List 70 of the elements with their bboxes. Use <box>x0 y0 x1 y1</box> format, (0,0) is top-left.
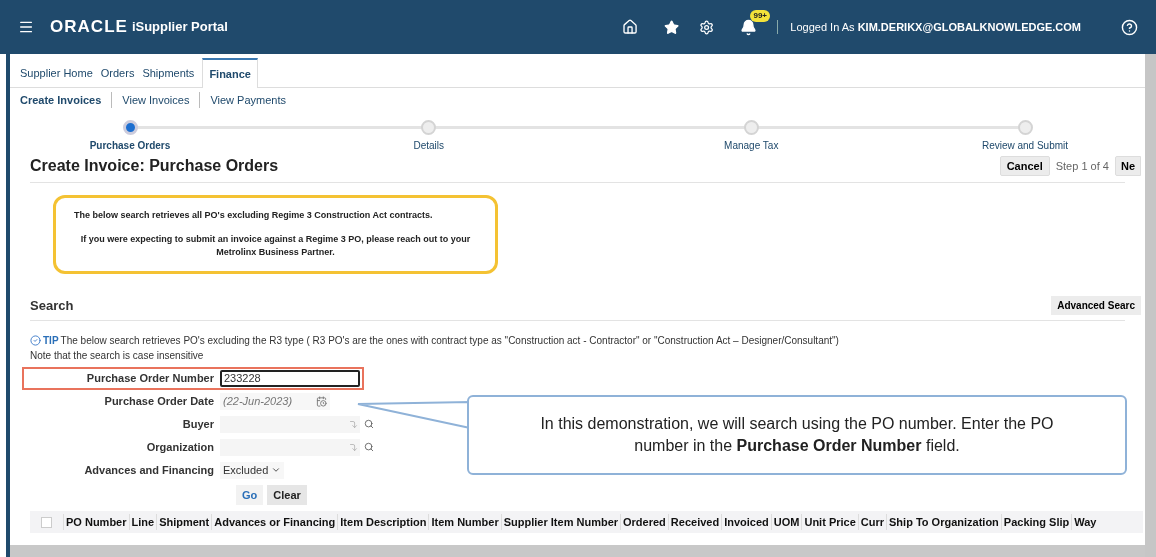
cancel-button[interactable]: Cancel <box>999 155 1050 177</box>
field-label: Organization <box>145 439 214 455</box>
field-label: Advances and Financing <box>83 462 214 478</box>
list-arrow-icon <box>349 419 358 429</box>
go-button[interactable]: Go <box>236 484 264 505</box>
nav-tab[interactable]: Orders <box>100 58 135 87</box>
column-header[interactable]: Curr <box>857 513 887 531</box>
callout-text: In this demonstration, we will search using the PO number. Enter the PO number in the Purchase Order Number field. <box>539 414 1055 456</box>
input-field[interactable] <box>220 415 360 433</box>
search-icon[interactable] <box>364 419 374 429</box>
bell-icon[interactable] <box>740 18 758 36</box>
column-header[interactable]: PO Number <box>63 513 129 531</box>
check-icon <box>30 334 41 346</box>
notification-badge: 99+ <box>750 9 771 22</box>
input-field[interactable] <box>220 438 360 456</box>
help-icon[interactable] <box>1121 17 1138 37</box>
field-label: Buyer <box>181 416 214 432</box>
sub-tab[interactable]: Create Invoices <box>20 91 102 109</box>
column-header[interactable]: Ordered <box>620 513 668 531</box>
tip-text: The below search retrieves PO's excluding the R3 type ( R3 PO's are the ones with contract type as "Construction act - Contractor" or "Construction Act – Designer/Consultant") <box>60 333 839 348</box>
app-title: iSupplier Portal <box>131 18 228 37</box>
step-label: Manage Tax <box>724 139 779 153</box>
column-header[interactable]: Supplier Item Number <box>500 513 621 531</box>
column-header[interactable]: Packing Slip <box>1000 513 1072 531</box>
column-header[interactable]: Ship To Organization <box>886 513 1001 531</box>
column-header[interactable]: Item Number <box>428 513 501 531</box>
home-icon[interactable] <box>621 18 639 36</box>
step-label: Details <box>413 139 445 153</box>
column-header[interactable]: Shipment <box>156 513 212 531</box>
select-all-checkbox[interactable] <box>41 516 52 528</box>
calendar-icon[interactable] <box>316 395 327 407</box>
dropdown[interactable]: Excluded <box>220 461 285 479</box>
notice-text: If you were expecting to submit an invoice against a Regime 3 PO, please reach out to your Metrolinx Business Partner. <box>79 232 472 260</box>
next-button[interactable]: Ne <box>1114 155 1141 177</box>
nav-tab[interactable]: Supplier Home <box>20 58 93 87</box>
logged-in-text: Logged In As KIM.DERIKX@GLOBALKNOWLEDGE.COM <box>790 19 1082 35</box>
vertical-scrollbar[interactable] <box>1145 54 1156 557</box>
oracle-logo: ORACLE <box>50 16 128 39</box>
column-header[interactable]: UOM <box>770 513 802 531</box>
input-field[interactable]: 233228 <box>220 369 360 387</box>
column-header[interactable]: Advances or Financing <box>211 513 338 531</box>
section-title: Search <box>30 297 74 315</box>
column-header[interactable]: Unit Price <box>801 513 858 531</box>
step-label: Review and Submit <box>981 139 1069 153</box>
sub-tab[interactable]: View Payments <box>199 91 286 109</box>
column-header[interactable]: Line <box>128 513 157 531</box>
search-icon[interactable] <box>364 442 374 452</box>
star-icon[interactable] <box>664 18 680 36</box>
column-header[interactable]: Item Description <box>337 513 429 531</box>
note-text: Note that the search is case insensitive <box>30 348 205 363</box>
clear-button[interactable]: Clear <box>267 484 307 505</box>
settings-icon[interactable] <box>699 18 715 36</box>
list-arrow-icon <box>349 442 358 452</box>
nav-tab[interactable]: Finance <box>202 57 258 88</box>
advanced-search-button[interactable]: Advanced Searc <box>1051 296 1141 316</box>
horizontal-scrollbar[interactable] <box>10 545 1145 557</box>
step-label: Purchase Orders <box>89 139 171 153</box>
step-indicator: Step 1 of 4 <box>1055 158 1109 174</box>
chevron-down-icon <box>271 465 282 475</box>
field-label: Purchase Order Number <box>85 370 214 386</box>
nav-tab[interactable]: Shipments <box>142 58 195 87</box>
column-header[interactable]: Invoiced <box>721 513 771 531</box>
notice-text: The below search retrieves all PO's excluding Regime 3 Construction Act contracts. <box>74 209 434 223</box>
column-header[interactable]: Way <box>1071 513 1099 531</box>
column-header[interactable]: Received <box>667 513 722 531</box>
page-title: Create Invoice: Purchase Orders <box>30 156 279 176</box>
tip-label: TIP <box>43 333 59 348</box>
field-label: Purchase Order Date <box>103 393 214 409</box>
date-field[interactable]: (22-Jun-2023) <box>220 392 330 410</box>
sub-tab[interactable]: View Invoices <box>111 91 190 109</box>
